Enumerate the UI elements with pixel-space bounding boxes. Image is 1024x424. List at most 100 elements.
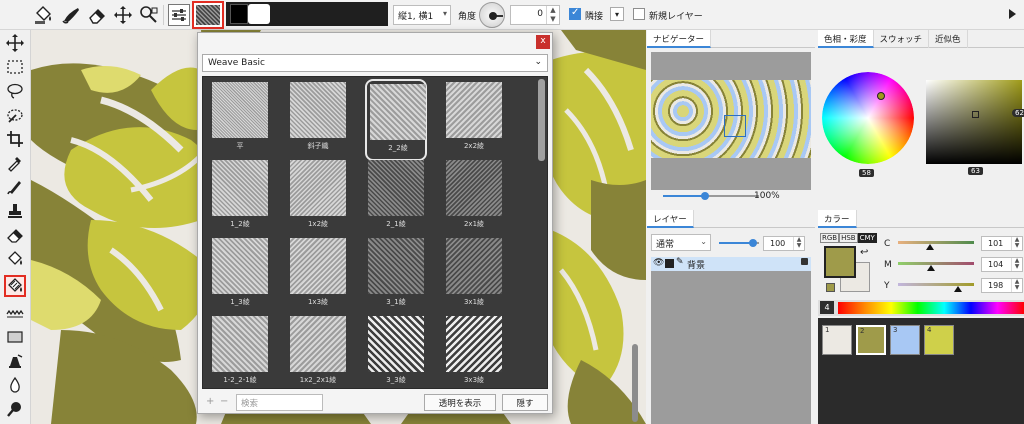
mode-cmy[interactable]: CMY xyxy=(857,233,877,243)
eraser-icon[interactable] xyxy=(4,224,26,246)
color-bar[interactable] xyxy=(226,2,388,26)
canvas-scrollbar[interactable] xyxy=(632,344,638,422)
pattern-grid-scrollbar[interactable] xyxy=(538,79,545,161)
opacity-stepper[interactable]: ▲ ▼ xyxy=(793,237,804,250)
foreground-color-swatch[interactable] xyxy=(230,4,248,24)
tab-swatches[interactable]: スウォッチ xyxy=(874,30,930,48)
pattern-item[interactable]: 1-2_2-1綾 xyxy=(209,313,271,388)
sliders-icon[interactable] xyxy=(168,4,190,26)
mode-rgb[interactable]: RGB xyxy=(820,233,840,243)
layer-row[interactable]: 👁 ✎ 背景 xyxy=(651,257,811,271)
pattern-item[interactable]: 1x2_2x1綾 xyxy=(287,313,349,388)
angle-input[interactable]: 0 ▲ ▼ xyxy=(510,5,560,25)
gradient-wave-icon[interactable] xyxy=(4,302,26,324)
repeat-select[interactable]: 縦1, 横1 ▾ xyxy=(393,5,451,25)
add-pattern-button[interactable]: + xyxy=(206,396,214,407)
pattern-item[interactable]: 2x2綾 xyxy=(443,79,505,161)
adjacent-options-dropdown[interactable]: ▾ xyxy=(610,7,624,21)
pattern-item[interactable]: 3x1綾 xyxy=(443,235,505,317)
current-pattern-swatch[interactable] xyxy=(192,1,224,29)
search-input[interactable]: 検索 xyxy=(236,394,323,411)
channel-c-input[interactable]: 101 ▲ ▼ xyxy=(981,236,1023,251)
channel-y-knob[interactable] xyxy=(954,286,962,292)
palette-swatch[interactable]: 4 xyxy=(924,325,954,355)
pattern-item[interactable]: 平 xyxy=(209,79,271,161)
adjacent-checkbox[interactable] xyxy=(569,7,581,20)
channel-y-slider[interactable] xyxy=(898,283,974,286)
navigator-preview-area[interactable] xyxy=(651,52,811,190)
spectrum-bar[interactable] xyxy=(838,302,1024,314)
angle-dial[interactable] xyxy=(479,2,505,28)
tab-navigator[interactable]: ナビゲーター xyxy=(647,30,712,48)
zoom-tool-icon[interactable] xyxy=(4,398,26,420)
new-layer-checkbox[interactable] xyxy=(633,8,645,20)
hue-marker[interactable] xyxy=(877,92,885,100)
lock-icon[interactable] xyxy=(801,258,808,265)
zoom-slider-knob[interactable] xyxy=(701,192,709,200)
pattern-item[interactable]: 3_3綾 xyxy=(365,313,427,388)
swap-colors-icon[interactable]: ↩ xyxy=(860,247,868,258)
tab-layers[interactable]: レイヤー xyxy=(647,210,694,228)
brush-fill-icon[interactable] xyxy=(60,4,82,26)
pattern-item[interactable]: 斜子織 xyxy=(287,79,349,161)
tab-color[interactable]: カラー xyxy=(818,210,857,228)
pen-tool-icon[interactable] xyxy=(4,350,26,372)
close-button[interactable]: x xyxy=(536,35,550,49)
pattern-item[interactable]: 1_3綾 xyxy=(209,235,271,317)
palette-swatch[interactable]: 3 xyxy=(890,325,920,355)
pattern-item[interactable]: 1x2綾 xyxy=(287,157,349,239)
mini-foreground-chip[interactable] xyxy=(826,283,835,292)
saturation-brightness-square[interactable] xyxy=(926,80,1022,164)
pattern-item[interactable]: 2x1綾 xyxy=(443,157,505,239)
pattern-fill-tool-icon[interactable] xyxy=(4,275,26,297)
channel-y-stepper[interactable]: ▲ ▼ xyxy=(1011,279,1022,292)
background-color-swatch[interactable] xyxy=(248,4,270,24)
channel-c-knob[interactable] xyxy=(926,244,934,250)
crop-icon[interactable] xyxy=(4,128,26,150)
eyedropper-icon[interactable] xyxy=(4,152,26,174)
sv-marker[interactable] xyxy=(972,111,979,118)
move-pattern-icon[interactable] xyxy=(112,4,134,26)
channel-m-stepper[interactable]: ▲ ▼ xyxy=(1011,258,1022,271)
stamp-icon[interactable] xyxy=(4,200,26,222)
hue-wheel[interactable] xyxy=(822,72,914,164)
channel-c-slider[interactable] xyxy=(898,241,974,244)
channel-m-input[interactable]: 104 ▲ ▼ xyxy=(981,257,1023,272)
rectangle-select-icon[interactable] xyxy=(4,56,26,78)
opacity-slider-knob[interactable] xyxy=(749,239,757,247)
navigator-viewport-box[interactable] xyxy=(724,115,746,137)
zoom-pattern-icon[interactable] xyxy=(138,4,160,26)
drop-icon[interactable] xyxy=(4,374,26,396)
pattern-item[interactable]: 3x3綾 xyxy=(443,313,505,388)
brush-icon[interactable] xyxy=(4,176,26,198)
palette-swatch[interactable]: 1 xyxy=(822,325,852,355)
palette-swatch[interactable]: 2 xyxy=(856,325,886,355)
channel-m-slider[interactable] xyxy=(898,262,974,265)
remove-pattern-button[interactable]: − xyxy=(220,396,228,407)
pattern-item[interactable]: 1_2綾 xyxy=(209,157,271,239)
eraser-fill-icon[interactable] xyxy=(86,4,108,26)
move-tool-icon[interactable] xyxy=(4,32,26,54)
blend-mode-select[interactable]: 通常 ⌄ xyxy=(651,234,711,251)
rectangle-shape-icon[interactable] xyxy=(4,326,26,348)
pattern-item[interactable]: 2_2綾 xyxy=(365,79,427,161)
mode-hsb[interactable]: HSB xyxy=(839,233,858,243)
pattern-item[interactable]: 3_1綾 xyxy=(365,235,427,317)
lasso-icon[interactable] xyxy=(4,80,26,102)
angle-stepper[interactable]: ▲ ▼ xyxy=(546,6,559,24)
channel-c-stepper[interactable]: ▲ ▼ xyxy=(1011,237,1022,250)
tab-hue-saturation[interactable]: 色相・彩度 xyxy=(818,30,874,48)
pattern-item[interactable]: 2_1綾 xyxy=(365,157,427,239)
pattern-set-dropdown[interactable]: Weave Basic ⌄ xyxy=(202,54,548,72)
channel-m-knob[interactable] xyxy=(927,265,935,271)
tab-similar-colors[interactable]: 近似色 xyxy=(929,30,968,48)
bucket-icon[interactable] xyxy=(32,4,54,26)
channel-y-input[interactable]: 198 ▲ ▼ xyxy=(981,278,1023,293)
pattern-item[interactable]: 1x3綾 xyxy=(287,235,349,317)
bucket-tool-icon[interactable] xyxy=(4,248,26,270)
opacity-input[interactable]: 100 ▲ ▼ xyxy=(763,236,805,251)
collapse-arrow-icon[interactable] xyxy=(1009,9,1016,19)
eye-icon[interactable]: 👁 xyxy=(653,258,664,268)
hide-button[interactable]: 隠す xyxy=(502,394,548,411)
show-transparent-button[interactable]: 透明を表示 xyxy=(424,394,496,411)
